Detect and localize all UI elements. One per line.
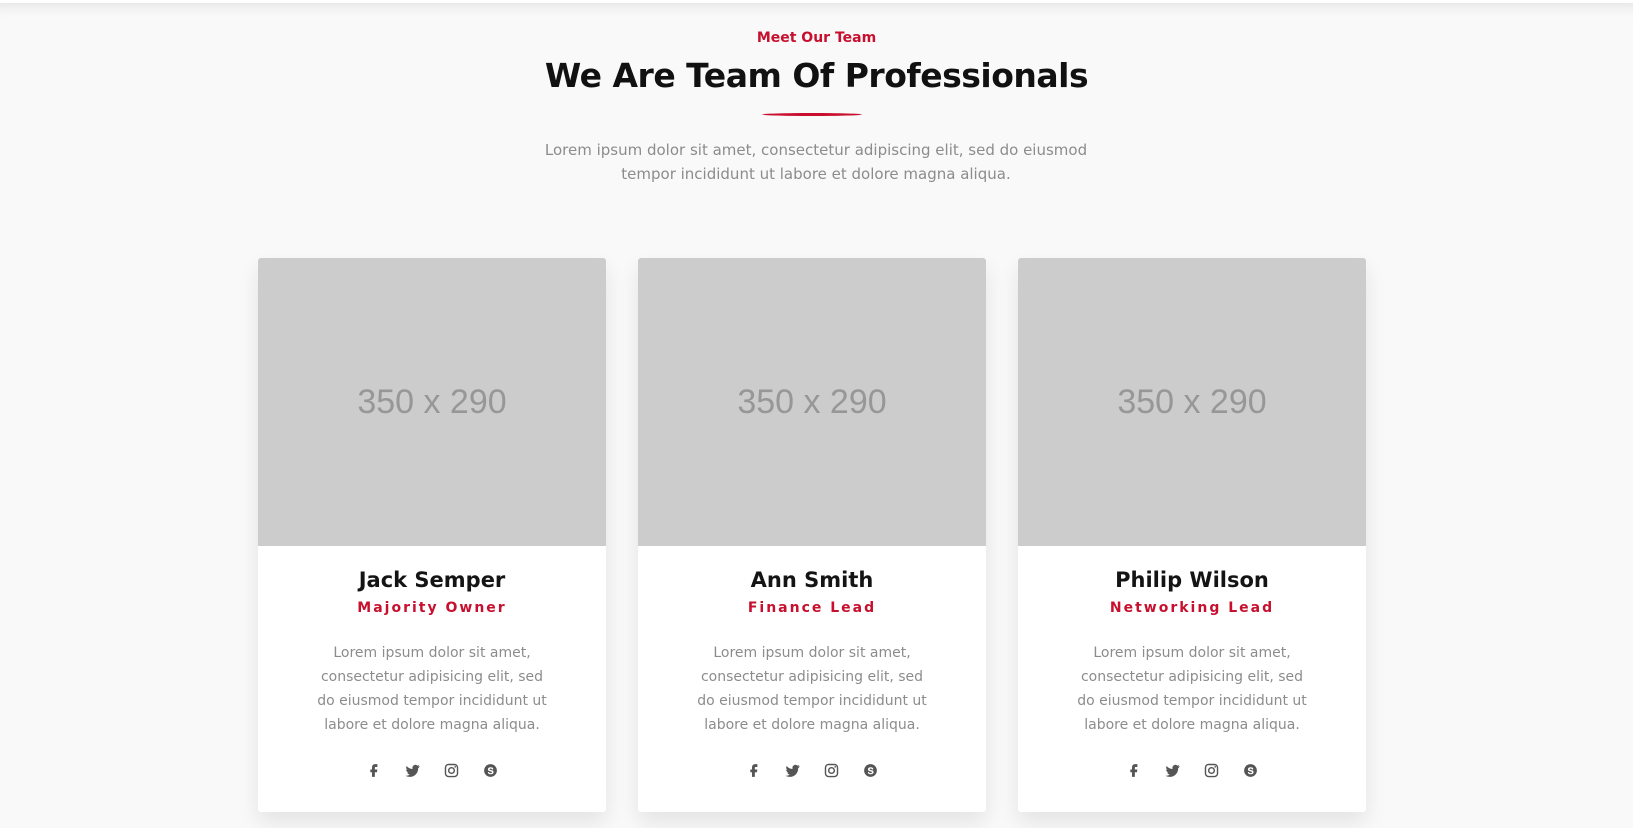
skype-icon[interactable] [481,761,500,780]
social-links [638,761,986,783]
instagram-icon[interactable] [1202,761,1221,780]
section-eyebrow: Meet Our Team [756,30,877,46]
member-name: Ann Smith [750,568,874,592]
title-underline [762,113,862,116]
member-name: Jack Semper [358,568,506,592]
team-section: Meet Our Team We Are Team Of Professiona… [0,3,1633,828]
instagram-icon[interactable] [822,761,841,780]
instagram-icon[interactable] [442,761,461,780]
twitter-icon[interactable] [403,761,422,780]
team-card: 350 x 290 Jack Semper Majority Owner Lor… [258,258,606,812]
member-photo-placeholder: 350 x 290 [1018,258,1366,546]
section-title: We Are Team Of Professionals [544,56,1089,95]
social-links [1018,761,1366,783]
member-name: Philip Wilson [1115,568,1269,592]
facebook-icon[interactable] [364,761,383,780]
facebook-icon[interactable] [744,761,763,780]
twitter-icon[interactable] [1163,761,1182,780]
skype-icon[interactable] [1241,761,1260,780]
twitter-icon[interactable] [783,761,802,780]
facebook-icon[interactable] [1124,761,1143,780]
skype-icon[interactable] [861,761,880,780]
member-role: Majority Owner [357,600,507,616]
section-intro: Lorem ipsum dolor sit amet, consectetur … [544,141,1088,183]
member-photo-placeholder: 350 x 290 [258,258,606,546]
member-bio: Lorem ipsum dolor sit amet, consectetur … [1077,645,1307,733]
member-photo-placeholder: 350 x 290 [638,258,986,546]
member-bio: Lorem ipsum dolor sit amet, consectetur … [317,645,547,733]
member-role: Finance Lead [747,600,877,616]
team-card: 350 x 290 Philip Wilson Networking Lead … [1018,258,1366,812]
team-card: 350 x 290 Ann Smith Finance Lead Lorem i… [638,258,986,812]
social-links [258,761,606,783]
member-role: Networking Lead [1109,600,1275,616]
member-bio: Lorem ipsum dolor sit amet, consectetur … [697,645,927,733]
